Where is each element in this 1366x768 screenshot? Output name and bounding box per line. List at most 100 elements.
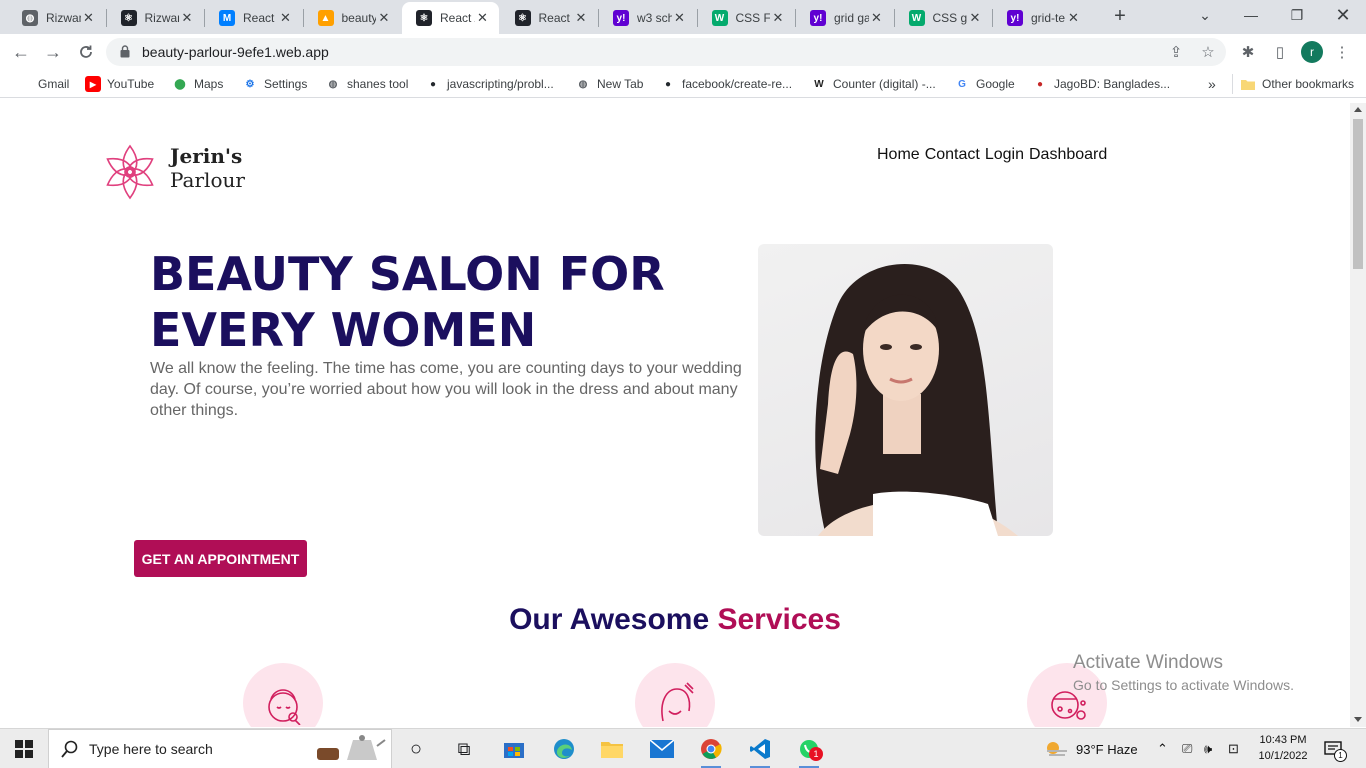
bookmark-item[interactable]: G Google — [954, 75, 1015, 93]
hero-model-photo — [758, 244, 1053, 536]
minimize-button[interactable]: — — [1228, 0, 1274, 30]
browser-tab[interactable]: ⚛ Rizwan✕ — [107, 2, 204, 34]
file-explorer-icon[interactable] — [598, 735, 626, 763]
taskbar-search-box[interactable]: Type here to search — [48, 729, 392, 768]
device-icon[interactable]: ⎚ — [1182, 729, 1192, 768]
tab-close-icon[interactable]: ✕ — [179, 10, 195, 26]
bookmark-item[interactable]: ● facebook/create-re... — [660, 75, 792, 93]
bookmark-item[interactable]: ● javascripting/probl... — [425, 75, 554, 93]
browser-tab[interactable]: y! w3 sch ✕ — [599, 2, 696, 34]
extensions-puzzle-icon[interactable]: ✱ — [1238, 42, 1258, 62]
nav-dashboard[interactable]: Dashboard — [1029, 146, 1107, 164]
tab-close-icon[interactable]: ✕ — [869, 10, 885, 26]
mail-icon[interactable] — [648, 735, 676, 763]
profile-avatar[interactable]: r — [1301, 41, 1323, 63]
reload-button[interactable] — [75, 41, 97, 63]
tab-title: w3 sch — [637, 11, 672, 25]
tab-close-icon[interactable]: ✕ — [81, 10, 97, 26]
browser-tab[interactable]: ⚛ React / ✕ — [501, 2, 598, 34]
start-button[interactable] — [0, 729, 48, 768]
close-window-button[interactable]: ✕ — [1320, 0, 1366, 30]
browser-tab[interactable]: W CSS Fle✕ — [698, 2, 795, 34]
page-viewport: Jerin's Parlour Home Contact Login Dashb… — [0, 103, 1350, 727]
nav-login[interactable]: Login — [985, 146, 1024, 164]
scroll-up-arrow-icon[interactable] — [1354, 107, 1362, 112]
chrome-taskbar-icon[interactable] — [697, 735, 725, 768]
tab-close-icon[interactable]: ✕ — [376, 10, 392, 26]
share-icon[interactable]: ⇪ — [1166, 42, 1186, 62]
tab-title: React / — [538, 11, 574, 25]
firebase-favicon-icon: ▲ — [317, 10, 334, 26]
tab-title: CSS Fle — [735, 11, 771, 25]
browser-tab[interactable]: W CSS gr✕ — [895, 2, 992, 34]
get-appointment-button[interactable]: GET AN APPOINTMENT — [134, 540, 307, 577]
tab-search-chevron-icon[interactable]: ⌄ — [1182, 0, 1228, 30]
microsoft-store-icon[interactable] — [500, 735, 528, 763]
tab-close-icon[interactable]: ✕ — [278, 10, 294, 26]
tab-title: grid-te — [1031, 11, 1066, 25]
gear-icon: ⚙ — [245, 78, 255, 90]
reload-icon — [80, 45, 92, 58]
page-scrollbar[interactable] — [1350, 103, 1366, 727]
scrollbar-thumb[interactable] — [1353, 119, 1363, 269]
notification-center-button[interactable]: 1 — [1324, 729, 1347, 768]
volume-icon[interactable]: 🕪 — [1204, 729, 1212, 768]
bookmark-label: shanes tool — [347, 77, 409, 91]
maps-icon: ⬤ — [174, 78, 186, 90]
folder-icon — [1240, 76, 1256, 92]
nav-home[interactable]: Home — [877, 146, 920, 164]
bookmark-item[interactable]: W Counter (digital) -... — [811, 75, 935, 93]
tab-close-icon[interactable]: ✕ — [475, 10, 491, 26]
bookmark-item[interactable]: ▶ YouTube — [85, 75, 154, 93]
browser-tab[interactable]: y! grid ga ✕ — [796, 2, 893, 34]
notification-count-badge: 1 — [1334, 749, 1347, 762]
address-bar[interactable]: beauty-parlour-9efe1.web.app ⇪ ☆ — [106, 38, 1226, 66]
lock-icon — [120, 45, 130, 58]
tab-strip: ◍Rizwan✕⚛Rizwan✕MReact (✕▲beauty✕⚛React … — [0, 0, 1366, 34]
watermark-subtitle: Go to Settings to activate Windows. — [1073, 677, 1294, 693]
tab-close-icon[interactable]: ✕ — [672, 10, 688, 26]
network-icon[interactable]: ⊡ — [1228, 729, 1239, 768]
browser-tab-active[interactable]: ⚛ React / ✕ — [402, 2, 499, 34]
bookmark-item[interactable]: ⚙ Settings — [242, 75, 308, 93]
new-tab-button[interactable]: + — [1109, 5, 1131, 27]
browser-tab[interactable]: y! grid-te ✕ — [993, 2, 1090, 34]
jagobd-icon: ● — [1036, 78, 1044, 90]
back-button[interactable]: ← — [10, 41, 32, 63]
tab-close-icon[interactable]: ✕ — [967, 10, 983, 26]
show-hidden-icons-chevron-icon[interactable]: ⌃ — [1157, 729, 1168, 768]
bookmark-item[interactable]: ● JagoBD: Banglades... — [1032, 75, 1170, 93]
cortana-circle-icon[interactable]: ○ — [402, 735, 430, 763]
bookmark-star-icon[interactable]: ☆ — [1198, 42, 1218, 62]
browser-tab[interactable]: ▲ beauty ✕ — [304, 2, 401, 34]
bookmark-label: Maps — [194, 77, 224, 91]
weather-widget[interactable]: 93°F Haze — [1044, 729, 1138, 768]
globe-icon: ◍ — [578, 78, 588, 90]
task-view-icon[interactable]: ⧉ — [450, 735, 478, 763]
tab-close-icon[interactable]: ✕ — [573, 10, 589, 26]
whatsapp-taskbar-icon[interactable]: 1 — [795, 735, 823, 768]
nav-contact[interactable]: Contact — [925, 146, 980, 164]
forward-button[interactable]: → — [42, 41, 64, 63]
bookmark-item[interactable]: ◍ New Tab — [575, 75, 644, 93]
bookmark-item[interactable]: ◍ shanes tool — [325, 75, 409, 93]
browser-tab[interactable]: ◍ Rizwan✕ — [8, 2, 105, 34]
browser-tab[interactable]: M React (✕ — [205, 2, 302, 34]
side-panel-icon[interactable]: ▯ — [1270, 42, 1290, 62]
bookmarks-overflow-button[interactable]: » — [1208, 75, 1216, 93]
maximize-button[interactable]: ❐ — [1274, 0, 1320, 30]
system-clock[interactable]: 10:43 PM 10/1/2022 — [1253, 732, 1313, 764]
edge-browser-icon[interactable] — [550, 735, 578, 763]
vscode-taskbar-icon[interactable] — [746, 735, 774, 768]
hero-description: We all know the feeling. The time has co… — [150, 360, 742, 419]
tab-close-icon[interactable]: ✕ — [1066, 10, 1082, 26]
bookmark-item[interactable]: M Gmail — [16, 75, 70, 93]
yahoo-favicon-icon: y! — [613, 10, 629, 26]
hair-styling-icon — [661, 682, 694, 722]
tab-title: beauty — [341, 11, 377, 25]
menu-kebab-icon[interactable]: ⋮ — [1332, 42, 1352, 62]
bookmark-item[interactable]: ⬤ Maps — [172, 75, 223, 93]
other-bookmarks[interactable]: Other bookmarks — [1240, 75, 1354, 93]
tab-close-icon[interactable]: ✕ — [770, 10, 786, 26]
scroll-down-arrow-icon[interactable] — [1354, 717, 1362, 722]
